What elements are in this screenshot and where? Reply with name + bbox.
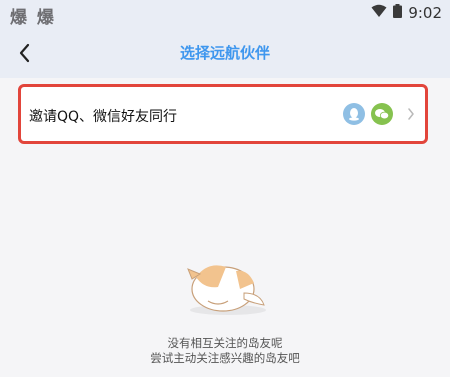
invite-friends-row[interactable]: 邀请QQ、微信好友同行 bbox=[18, 84, 428, 144]
app-bar: 选择远航伙伴 bbox=[0, 28, 450, 78]
page-title: 选择远航伙伴 bbox=[179, 44, 270, 62]
empty-state-line-1: 没有相互关注的岛友呢 bbox=[167, 336, 283, 350]
empty-state-message: 没有相互关注的岛友呢 尝试主动关注感兴趣的岛友吧 bbox=[0, 336, 450, 366]
wifi-icon bbox=[371, 4, 387, 22]
qq-icon bbox=[343, 103, 365, 125]
chevron-right-icon bbox=[401, 104, 421, 124]
status-left-text: 爆 爆 bbox=[10, 8, 56, 28]
sleeping-cat-illustration bbox=[178, 255, 272, 317]
status-bar: 爆 爆 9:02 bbox=[0, 0, 450, 28]
status-time: 9:02 bbox=[408, 4, 442, 22]
wechat-icon bbox=[371, 103, 393, 125]
invite-friends-label: 邀请QQ、微信好友同行 bbox=[29, 109, 178, 125]
status-right: 9:02 bbox=[371, 4, 442, 22]
empty-state-line-2: 尝试主动关注感兴趣的岛友吧 bbox=[150, 351, 300, 365]
battery-icon bbox=[393, 4, 403, 22]
